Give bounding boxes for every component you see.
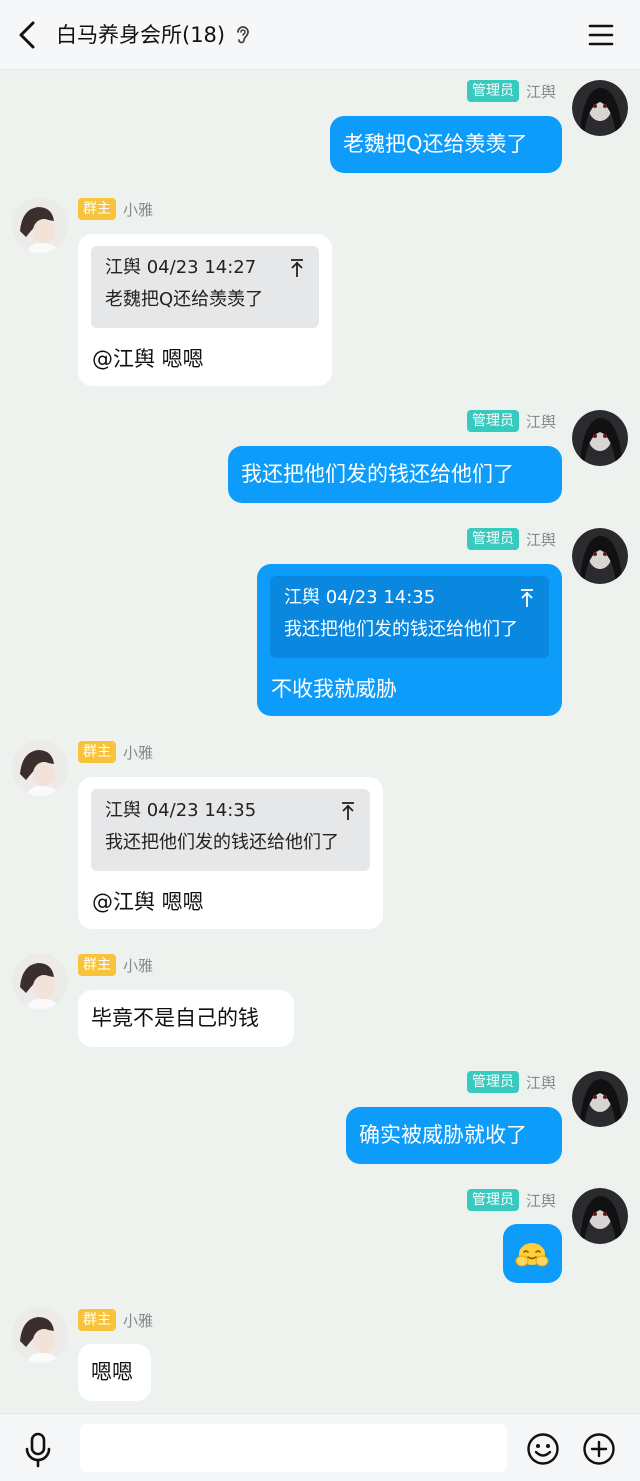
quote-header: 江舆 04/23 14:35 xyxy=(105,800,257,821)
plus-icon[interactable] xyxy=(582,1432,616,1466)
admin-badge: 管理员 xyxy=(466,80,519,102)
owner-badge: 群主 xyxy=(78,198,116,220)
top-arrow-icon[interactable] xyxy=(519,588,535,608)
sender-name[interactable]: 小雅 xyxy=(123,955,153,976)
avatar[interactable] xyxy=(572,528,628,584)
sender-meta: 群主 小雅 xyxy=(78,954,153,976)
sender-name[interactable]: 江舆 xyxy=(526,1190,556,1211)
quoted-message[interactable]: 江舆 04/23 14:35 我还把他们发的钱还给他们了 xyxy=(91,789,370,871)
avatar[interactable] xyxy=(12,953,68,1009)
owner-badge: 群主 xyxy=(78,741,116,763)
avatar[interactable] xyxy=(572,410,628,466)
sender-meta: 管理员 江舆 xyxy=(466,80,556,102)
admin-badge: 管理员 xyxy=(466,410,519,432)
message-bubble[interactable]: 老魏把Q还给羡羡了 xyxy=(330,116,562,173)
sender-name[interactable]: 小雅 xyxy=(123,1310,153,1331)
avatar[interactable] xyxy=(572,1188,628,1244)
owner-badge: 群主 xyxy=(78,1309,116,1331)
avatar[interactable] xyxy=(12,740,68,796)
sender-meta: 群主 小雅 xyxy=(78,198,153,220)
message-text: 确实被威胁就收了 xyxy=(359,1123,527,1147)
sender-meta: 管理员 江舆 xyxy=(466,528,556,550)
chat-header: 白马养身会所(18) xyxy=(0,0,640,70)
message-text: 我还把他们发的钱还给他们了 xyxy=(241,462,514,486)
quote-text: 我还把他们发的钱还给他们了 xyxy=(105,832,339,853)
message-text: 不收我就威胁 xyxy=(271,677,397,701)
chat-title[interactable]: 白马养身会所(18) xyxy=(56,21,225,49)
message-bubble[interactable]: 毕竟不是自己的钱 xyxy=(78,990,294,1047)
sticker-bubble[interactable] xyxy=(503,1224,562,1283)
message-bubble[interactable]: 确实被威胁就收了 xyxy=(346,1107,562,1164)
sender-name[interactable]: 小雅 xyxy=(123,199,153,220)
message-text: 毕竟不是自己的钱 xyxy=(91,1006,259,1030)
sender-meta: 管理员 江舆 xyxy=(466,1071,556,1093)
sender-name[interactable]: 江舆 xyxy=(526,81,556,102)
quote-text: 老魏把Q还给羡羡了 xyxy=(105,289,264,310)
sender-name[interactable]: 小雅 xyxy=(123,742,153,763)
quote-header: 江舆 04/23 14:35 xyxy=(284,587,436,608)
message-text: @江舆 嗯嗯 xyxy=(92,347,204,371)
mic-icon[interactable] xyxy=(24,1432,52,1468)
input-bar xyxy=(0,1413,640,1481)
quoted-message[interactable]: 江舆 04/23 14:27 老魏把Q还给羡羡了 xyxy=(91,246,319,328)
avatar[interactable] xyxy=(572,80,628,136)
back-icon[interactable] xyxy=(14,20,42,50)
sender-meta: 群主 小雅 xyxy=(78,741,153,763)
message-bubble[interactable]: 我还把他们发的钱还给他们了 xyxy=(228,446,562,503)
quote-header: 江舆 04/23 14:27 xyxy=(105,257,257,278)
quote-text: 我还把他们发的钱还给他们了 xyxy=(284,619,518,640)
top-arrow-icon[interactable] xyxy=(340,801,356,821)
message-text: 老魏把Q还给羡羡了 xyxy=(343,132,528,156)
emoji-icon[interactable] xyxy=(526,1432,560,1466)
avatar[interactable] xyxy=(572,1071,628,1127)
reply-bubble[interactable]: 江舆 04/23 14:27 老魏把Q还给羡羡了 @江舆 嗯嗯 xyxy=(78,234,332,386)
reply-bubble[interactable]: 江舆 04/23 14:35 我还把他们发的钱还给他们了 @江舆 嗯嗯 xyxy=(78,777,383,929)
ear-icon[interactable] xyxy=(233,23,253,47)
owner-badge: 群主 xyxy=(78,954,116,976)
reply-bubble[interactable]: 江舆 04/23 14:35 我还把他们发的钱还给他们了 不收我就威胁 xyxy=(257,564,562,716)
avatar[interactable] xyxy=(12,197,68,253)
sender-meta: 管理员 江舆 xyxy=(466,410,556,432)
admin-badge: 管理员 xyxy=(466,528,519,550)
message-bubble[interactable]: 嗯嗯 xyxy=(78,1344,151,1401)
sender-name[interactable]: 江舆 xyxy=(526,1072,556,1093)
avatar[interactable] xyxy=(12,1307,68,1363)
message-text: @江舆 嗯嗯 xyxy=(92,890,204,914)
admin-badge: 管理员 xyxy=(466,1189,519,1211)
top-arrow-icon[interactable] xyxy=(289,258,305,278)
sender-meta: 管理员 江舆 xyxy=(466,1189,556,1211)
message-text: 嗯嗯 xyxy=(91,1360,133,1384)
sender-name[interactable]: 江舆 xyxy=(526,411,556,432)
sender-name[interactable]: 江舆 xyxy=(526,529,556,550)
sender-meta: 群主 小雅 xyxy=(78,1309,153,1331)
admin-badge: 管理员 xyxy=(466,1071,519,1093)
menu-icon[interactable] xyxy=(588,22,614,48)
quoted-message[interactable]: 江舆 04/23 14:35 我还把他们发的钱还给他们了 xyxy=(270,576,549,658)
message-input[interactable] xyxy=(80,1424,507,1472)
hug-emoji-icon xyxy=(515,1243,549,1267)
